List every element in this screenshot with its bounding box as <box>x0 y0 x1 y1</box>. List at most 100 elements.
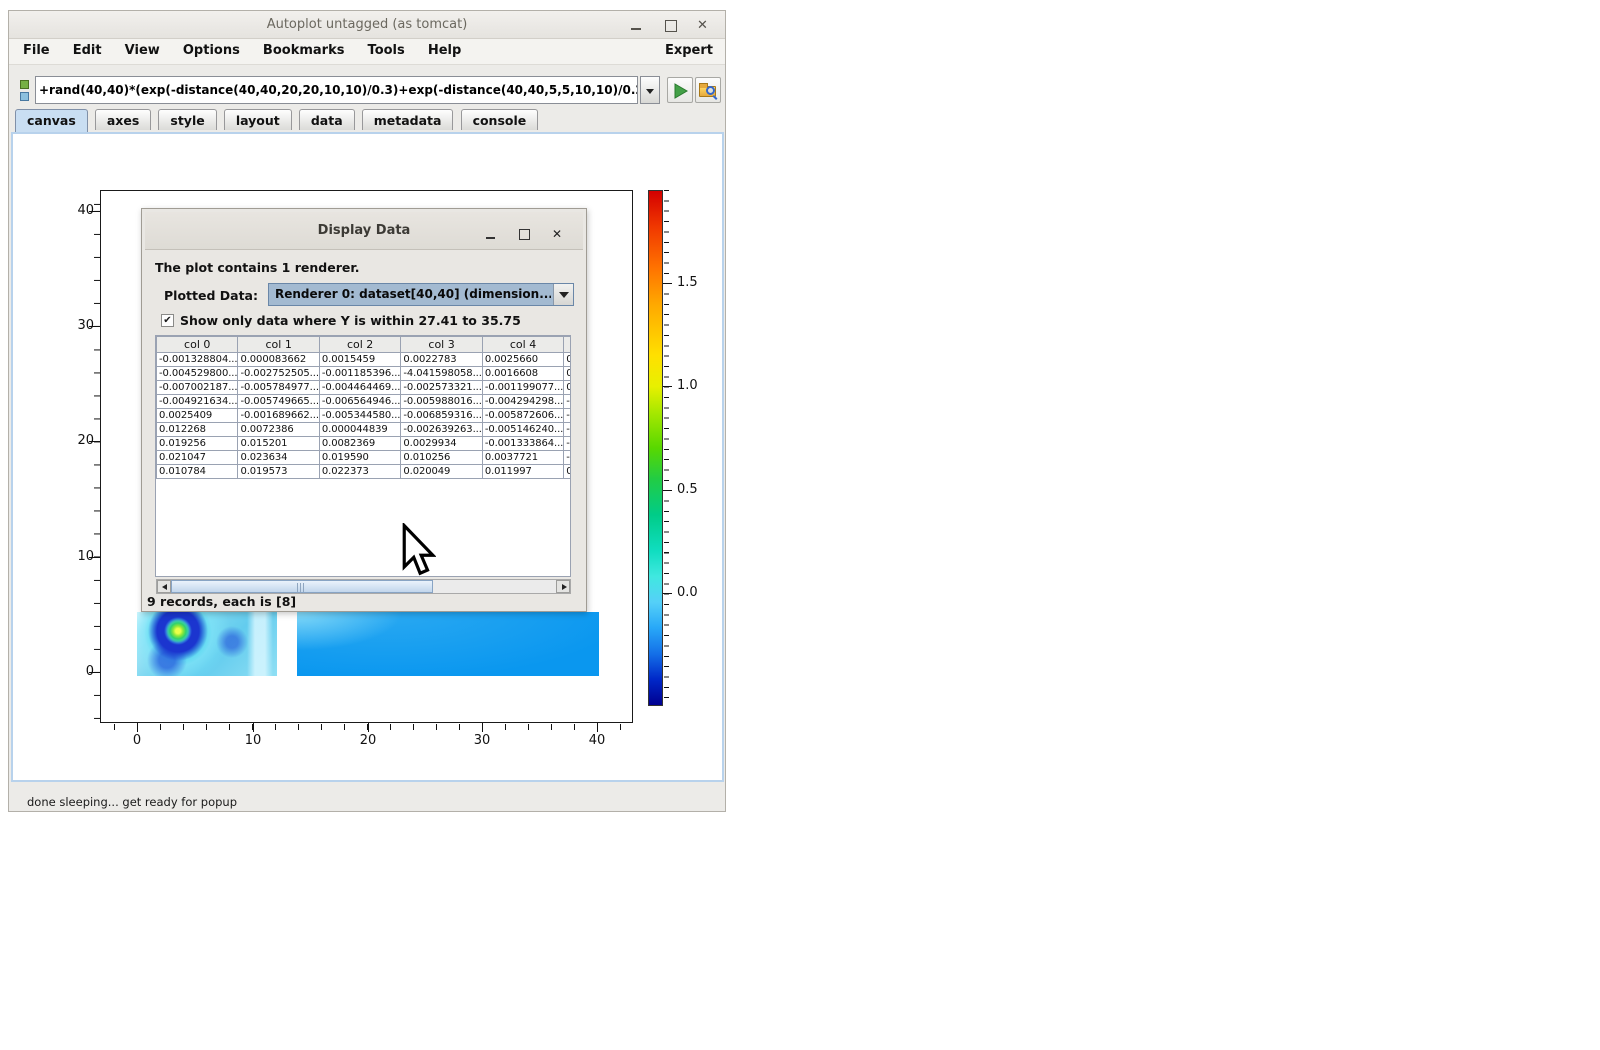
table-cell[interactable]: 0.0029934 <box>401 437 482 451</box>
table-cell[interactable]: 0.010784 <box>157 465 238 479</box>
table-cell[interactable]: -0.007002187... <box>157 381 238 395</box>
expert-mode-label[interactable]: Expert <box>665 43 713 58</box>
column-header[interactable]: col 0 <box>157 337 238 353</box>
table-row[interactable]: 0.0210470.0236340.0195900.0102560.003772… <box>157 451 572 465</box>
column-header[interactable]: col 1 <box>238 337 319 353</box>
table-cell[interactable]: -0.0 <box>564 423 571 437</box>
scroll-left-arrow-icon[interactable] <box>157 580 171 593</box>
table-row[interactable]: -0.001328804...0.0000836620.00154590.002… <box>157 353 572 367</box>
table-cell[interactable]: 0.00 <box>564 353 571 367</box>
go-button[interactable] <box>667 77 693 103</box>
tab-data[interactable]: data <box>299 109 355 130</box>
table-cell[interactable]: 0.010256 <box>401 451 482 465</box>
table-cell[interactable]: 0.0037721 <box>482 451 563 465</box>
table-cell[interactable]: -0.001199077... <box>482 381 563 395</box>
table-cell[interactable]: -0.002639263... <box>401 423 482 437</box>
tab-canvas[interactable]: canvas <box>15 109 88 132</box>
table-cell[interactable]: -0.004464469... <box>319 381 400 395</box>
minimize-icon[interactable] <box>630 19 643 32</box>
table-cell[interactable]: 0.021047 <box>157 451 238 465</box>
tab-console[interactable]: console <box>461 109 539 130</box>
table-cell[interactable]: -0.001333864... <box>482 437 563 451</box>
table-cell[interactable]: -0.005749665... <box>238 395 319 409</box>
browse-button[interactable] <box>695 77 721 103</box>
column-header[interactable]: col 2 <box>319 337 400 353</box>
table-cell[interactable]: 0.0025409 <box>157 409 238 423</box>
table-cell[interactable]: 0.019590 <box>319 451 400 465</box>
table-cell[interactable]: 0.00 <box>564 381 571 395</box>
table-cell[interactable]: 0.00 <box>564 367 571 381</box>
table-row[interactable]: 0.0122680.00723860.000044839-0.002639263… <box>157 423 572 437</box>
table-cell[interactable]: -0.005344580... <box>319 409 400 423</box>
table-cell[interactable]: -0.005146240... <box>482 423 563 437</box>
table-cell[interactable]: 0.00 <box>564 465 571 479</box>
menu-view[interactable]: View <box>116 39 169 58</box>
table-cell[interactable]: -0.001328804... <box>157 353 238 367</box>
table-cell[interactable]: -0.004294298... <box>482 395 563 409</box>
table-cell[interactable]: 0.015201 <box>238 437 319 451</box>
table-cell[interactable]: -0.004921634... <box>157 395 238 409</box>
table-cell[interactable]: 0.0072386 <box>238 423 319 437</box>
table-cell[interactable]: -0.006859316... <box>401 409 482 423</box>
uri-dropdown-arrow-icon[interactable] <box>640 76 660 104</box>
table-cell[interactable]: -0.005988016... <box>401 395 482 409</box>
dialog-minimize-icon[interactable] <box>485 228 497 240</box>
table-cell[interactable]: 0.0022783 <box>401 353 482 367</box>
table-cell[interactable]: -0.002573321... <box>401 381 482 395</box>
table-cell[interactable]: 0.0025660 <box>482 353 563 367</box>
table-cell[interactable]: 0.012268 <box>157 423 238 437</box>
table-cell[interactable]: 0.023634 <box>238 451 319 465</box>
scrollbar-thumb[interactable] <box>171 580 433 593</box>
column-header[interactable]: col 3 <box>401 337 482 353</box>
table-cell[interactable]: 0.0015459 <box>319 353 400 367</box>
table-cell[interactable]: 0.0082369 <box>319 437 400 451</box>
table-cell[interactable]: 0.011997 <box>482 465 563 479</box>
menu-edit[interactable]: Edit <box>64 39 111 58</box>
table-row[interactable]: 0.0025409-0.001689662...-0.005344580...-… <box>157 409 572 423</box>
column-header[interactable] <box>564 337 571 353</box>
horizontal-scrollbar[interactable] <box>156 579 571 594</box>
window-titlebar[interactable]: Autoplot untagged (as tomcat) ✕ <box>9 11 725 39</box>
table-cell[interactable]: 0.000044839 <box>319 423 400 437</box>
table-row[interactable]: -0.007002187...-0.005784977...-0.0044644… <box>157 381 572 395</box>
uri-input[interactable]: +rand(40,40)*(exp(-distance(40,40,20,20,… <box>35 76 638 104</box>
table-cell[interactable]: -0.0 <box>564 437 571 451</box>
table-cell[interactable]: -0.002752505... <box>238 367 319 381</box>
menu-tools[interactable]: Tools <box>359 39 414 58</box>
renderer-select[interactable]: Renderer 0: dataset[40,40] (dimension... <box>268 283 574 306</box>
tab-style[interactable]: style <box>158 109 216 130</box>
table-row[interactable]: -0.004921634...-0.005749665...-0.0065649… <box>157 395 572 409</box>
data-table-viewport[interactable]: col 0col 1col 2col 3col 4 -0.001328804...… <box>155 335 571 577</box>
table-row[interactable]: 0.0192560.0152010.00823690.0029934-0.001… <box>157 437 572 451</box>
scroll-right-arrow-icon[interactable] <box>556 580 570 593</box>
chevron-down-icon[interactable] <box>553 284 573 305</box>
spectrogram-left-patch[interactable] <box>137 612 277 676</box>
spectrogram-right-patch[interactable] <box>297 612 599 676</box>
table-cell[interactable]: -0.006564946... <box>319 395 400 409</box>
dialog-close-icon[interactable]: ✕ <box>551 228 563 240</box>
table-cell[interactable]: 0.022373 <box>319 465 400 479</box>
table-cell[interactable]: -0.0 <box>564 395 571 409</box>
tab-layout[interactable]: layout <box>224 109 292 130</box>
maximize-icon[interactable] <box>664 19 677 32</box>
table-row[interactable]: 0.0107840.0195730.0223730.0200490.011997… <box>157 465 572 479</box>
filter-checkbox[interactable]: ✔ <box>161 314 174 327</box>
menu-file[interactable]: File <box>14 39 59 58</box>
table-cell[interactable]: -0.0 <box>564 409 571 423</box>
menu-help[interactable]: Help <box>419 39 470 58</box>
table-cell[interactable]: 0.019256 <box>157 437 238 451</box>
table-cell[interactable]: -0.001185396... <box>319 367 400 381</box>
table-cell[interactable]: 0.020049 <box>401 465 482 479</box>
table-row[interactable]: -0.004529800...-0.002752505...-0.0011853… <box>157 367 572 381</box>
table-cell[interactable]: -0.005872606... <box>482 409 563 423</box>
column-header[interactable]: col 4 <box>482 337 563 353</box>
table-cell[interactable]: -4.041598058... <box>401 367 482 381</box>
dialog-maximize-icon[interactable] <box>518 228 530 240</box>
table-cell[interactable]: 0.0016608 <box>482 367 563 381</box>
tab-metadata[interactable]: metadata <box>362 109 454 130</box>
table-cell[interactable]: 0.000083662 <box>238 353 319 367</box>
table-cell[interactable]: -0.001689662... <box>238 409 319 423</box>
table-cell[interactable]: 0.019573 <box>238 465 319 479</box>
table-cell[interactable]: -0.004529800... <box>157 367 238 381</box>
menu-options[interactable]: Options <box>174 39 249 58</box>
